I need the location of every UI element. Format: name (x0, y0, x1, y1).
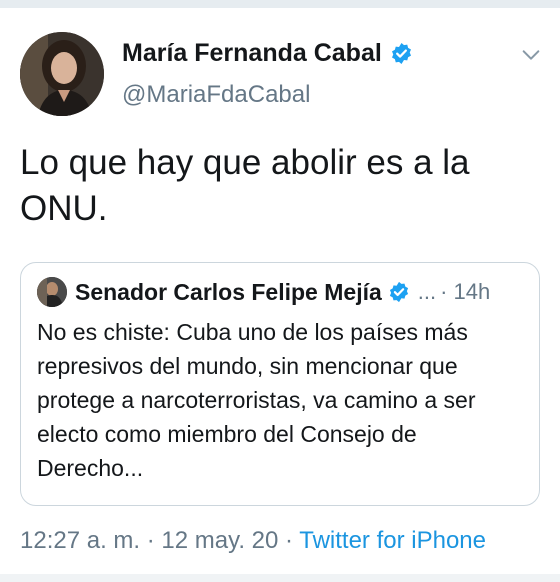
tweet-source-link[interactable]: Twitter for iPhone (299, 527, 486, 554)
verified-badge-icon (389, 281, 408, 303)
quoted-tweet-card[interactable]: Senador Carlos Felipe Mejía ... · 14h No… (20, 262, 540, 506)
quoted-handle-truncated: ... (417, 279, 437, 304)
chevron-down-icon[interactable] (520, 44, 542, 66)
quoted-timestamp: · 14h (440, 279, 491, 304)
quoted-avatar (37, 277, 67, 307)
tweet-text: Lo que hay que abolir es a la ONU. (20, 143, 470, 228)
display-name[interactable]: María Fernanda Cabal (122, 38, 382, 68)
author-name-row: María Fernanda Cabal (122, 38, 413, 68)
quoted-tweet-header: Senador Carlos Felipe Mejía ... · 14h (37, 275, 523, 309)
top-divider (0, 0, 560, 8)
tweet-timestamp[interactable]: 12:27 a. m. · 12 may. 20 · (20, 527, 299, 554)
avatar[interactable] (20, 32, 104, 116)
bottom-divider (0, 574, 560, 582)
verified-badge-icon (391, 42, 411, 64)
tweet-metadata: 12:27 a. m. · 12 may. 20 · Twitter for i… (20, 524, 486, 558)
quoted-tweet-text: No es chiste: Cuba uno de los países más… (37, 319, 476, 481)
quoted-display-name: Senador Carlos Felipe Mejía (75, 278, 382, 305)
author-handle[interactable]: @MariaFdaCabal (122, 80, 310, 110)
tweet-header: María Fernanda Cabal @MariaFdaCabal (0, 20, 560, 120)
